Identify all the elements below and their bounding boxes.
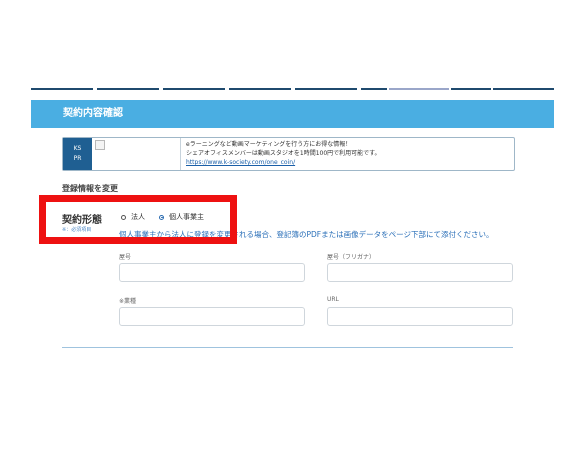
pr-divider (180, 138, 181, 170)
pr-badge: KS PR (63, 138, 92, 170)
progress-step-1 (31, 88, 93, 90)
contract-type-label: 契約形態 (62, 215, 102, 226)
url-input[interactable] (327, 307, 513, 326)
trade-name-kana-input[interactable] (327, 263, 513, 282)
industry-input[interactable] (119, 307, 305, 326)
radio-corporation-label: 法人 (131, 213, 145, 221)
pr-text-line1: eラーニングなど動画マーケティングを行う方にお得な情報！ (186, 141, 352, 148)
pr-banner[interactable]: KS PR eラーニングなど動画マーケティングを行う方にお得な情報！ シェアオフ… (62, 137, 515, 171)
broken-image-icon (95, 140, 105, 150)
pr-badge-line2: PR (73, 155, 82, 162)
page-title: 契約内容確認 (63, 108, 123, 119)
radio-corporation[interactable]: 法人 (121, 212, 145, 222)
pr-text-line2: シェアオフィスメンバーは動画スタジオを1時間100円で利用可能です。 (186, 150, 381, 157)
section-divider (62, 347, 513, 348)
progress-step-7-active (389, 88, 449, 90)
section-heading: 登録情報を変更 (62, 184, 118, 193)
section-header: 契約内容確認 (31, 100, 554, 128)
radio-sole-proprietor-label: 個人事業主 (169, 213, 204, 221)
progress-step-6 (361, 88, 387, 90)
progress-step-9 (493, 88, 554, 90)
trade-name-input[interactable] (119, 263, 305, 282)
progress-step-4 (229, 88, 291, 90)
progress-step-5 (295, 88, 357, 90)
trade-name-kana-label: 屋号（フリガナ） (327, 254, 376, 261)
progress-step-2 (97, 88, 159, 90)
trade-name-label: 屋号 (119, 254, 132, 261)
radio-unchecked-icon[interactable] (121, 214, 126, 220)
radio-checked-icon[interactable] (159, 214, 164, 220)
contract-change-note: 個人事業主から法人に登録を変更される場合、登記簿のPDFまたは画像データをページ… (119, 230, 494, 239)
pr-badge-line1: KS (73, 145, 82, 152)
progress-step-3 (163, 88, 225, 90)
pr-link[interactable]: https://www.k-society.com/one_coin/ (186, 159, 295, 167)
required-note: ※：必須項目 (62, 227, 92, 233)
url-label: URL (327, 296, 339, 303)
progress-step-8 (451, 88, 491, 90)
radio-sole-proprietor[interactable]: 個人事業主 (159, 212, 204, 222)
industry-label: ※業種 (119, 298, 137, 305)
